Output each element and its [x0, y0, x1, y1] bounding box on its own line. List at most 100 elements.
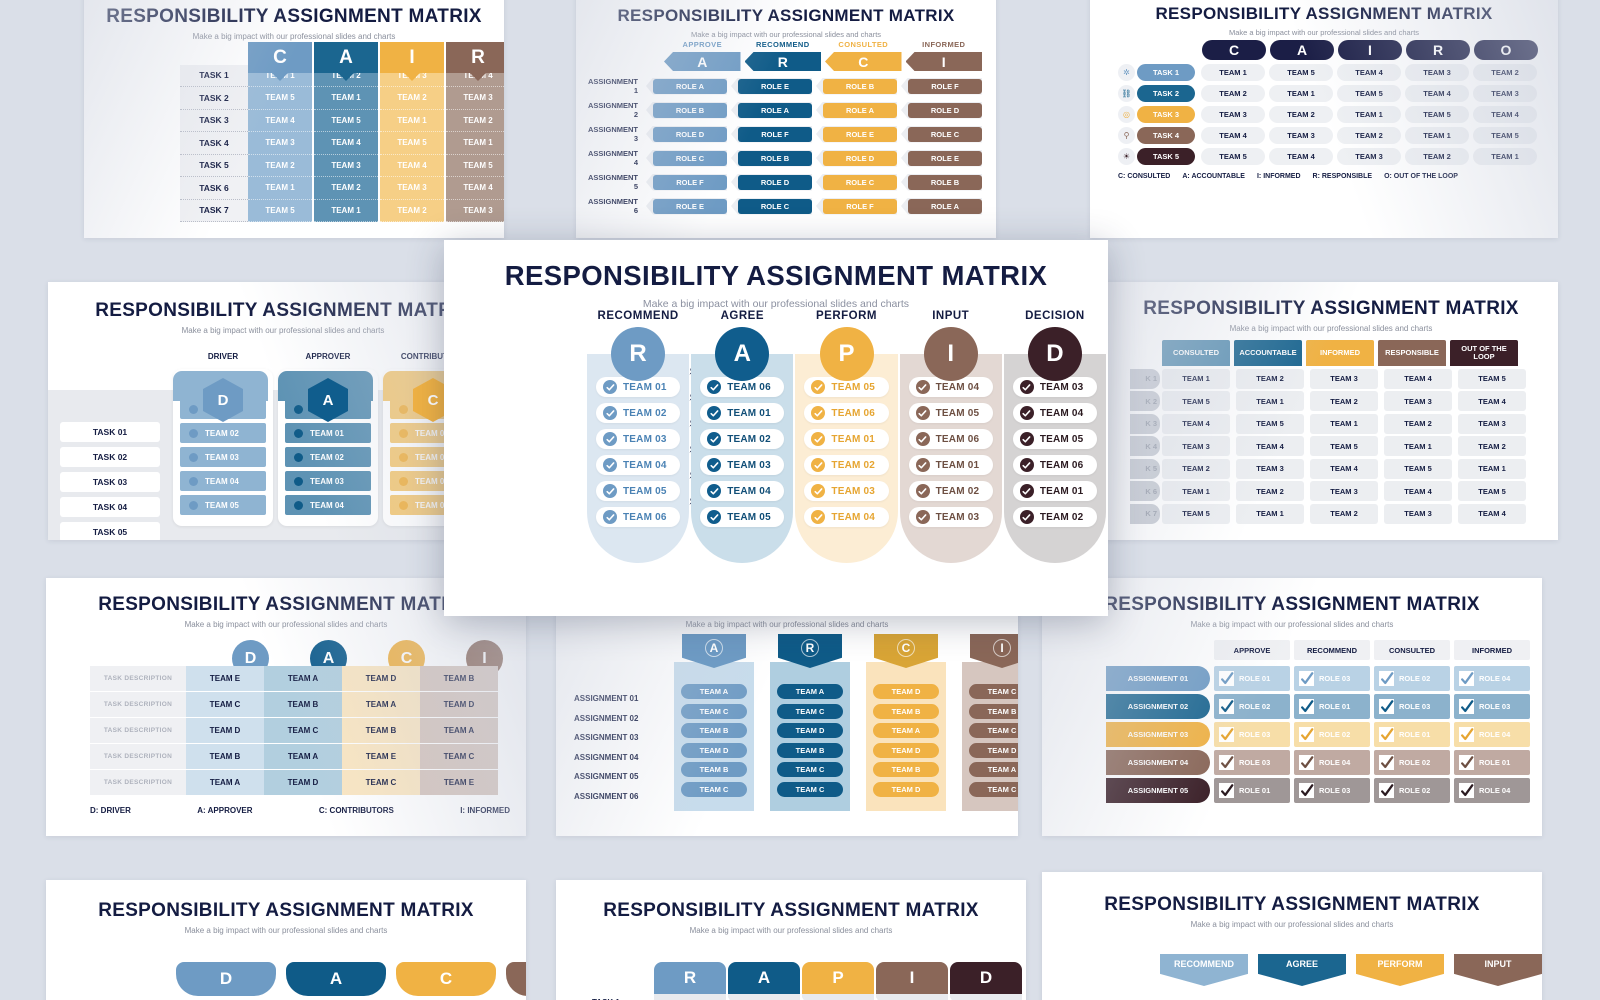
checkbox-icon[interactable]: [1299, 727, 1314, 742]
rapid-cell[interactable]: TEAM 06: [596, 507, 681, 527]
matrix-cell[interactable]: ROLE 04: [1454, 722, 1530, 747]
checkbox-icon[interactable]: [1379, 671, 1394, 686]
rapid-column-i[interactable]: ITEAM 4: [876, 962, 955, 1000]
checkbox-icon[interactable]: [1299, 783, 1314, 798]
checkbox-icon[interactable]: [1459, 727, 1474, 742]
slide-thumbnail-daci-circles[interactable]: RESPONSIBILITY ASSIGNMENT MATRIX Make a …: [46, 578, 526, 836]
rapid-cell[interactable]: TEAM 04: [804, 507, 889, 527]
matrix-cell[interactable]: ROLE 02: [1214, 694, 1290, 719]
matrix-cell[interactable]: ROLE 02: [1294, 722, 1370, 747]
rapid-cell[interactable]: TEAM 02: [804, 455, 889, 475]
daci-column-d[interactable]: DTEAM 1: [176, 962, 276, 1000]
rapid-cell[interactable]: TEAM 05: [700, 507, 785, 527]
rapid-cell[interactable]: TEAM 03: [908, 507, 993, 527]
rapid-column-a[interactable]: A TEAM 06 TEAM 01 TEAM 02 TEAM 03 TEAM 04 TEAM…: [691, 327, 794, 563]
matrix-cell[interactable]: ROLE 04: [1294, 750, 1370, 775]
checkbox-icon[interactable]: [1299, 755, 1314, 770]
rapid-cell[interactable]: TEAM 03: [700, 455, 785, 475]
matrix-cell[interactable]: ROLE 04: [1454, 666, 1530, 691]
checkbox-icon[interactable]: [1219, 699, 1234, 714]
checkbox-icon[interactable]: [1459, 783, 1474, 798]
checkbox-icon[interactable]: [1379, 755, 1394, 770]
matrix-cell[interactable]: ROLE 03: [1214, 750, 1290, 775]
rapid-cell[interactable]: TEAM 01: [804, 429, 889, 449]
rapid-cell[interactable]: TEAM 06: [1012, 455, 1098, 475]
checkbox-icon[interactable]: [1299, 699, 1314, 714]
checkbox-icon[interactable]: [1459, 699, 1474, 714]
daci-column-a[interactable]: ATEAM 7: [286, 962, 386, 1000]
matrix-cell[interactable]: ROLE 02: [1374, 778, 1450, 803]
rapid-cell[interactable]: TEAM 03: [804, 481, 889, 501]
slide-thumbnail-rapid-arrows[interactable]: RESPONSIBILITY ASSIGNMENT MATRIX Make a …: [1042, 872, 1542, 1000]
matrix-cell[interactable]: ROLE 01: [1214, 666, 1290, 691]
matrix-cell[interactable]: ROLE 03: [1214, 722, 1290, 747]
slide-thumbnail-arci-chevrons[interactable]: RESPONSIBILITY ASSIGNMENT MATRIX Make a …: [576, 0, 996, 238]
rapid-cell[interactable]: TEAM 02: [700, 429, 785, 449]
daci-column-i[interactable]: ITEAM 5: [506, 962, 526, 1000]
slide-thumbnail-arci-banners[interactable]: RESPONSIBILITY ASSIGNMENT MATRIX Make a …: [556, 578, 1018, 836]
checkbox-icon[interactable]: [1379, 783, 1394, 798]
matrix-cell[interactable]: ROLE 01: [1454, 750, 1530, 775]
matrix-cell[interactable]: ROLE 01: [1294, 694, 1370, 719]
checkbox-icon[interactable]: [1459, 755, 1474, 770]
checkbox-icon[interactable]: [1459, 671, 1474, 686]
matrix-cell[interactable]: ROLE 01: [1374, 722, 1450, 747]
matrix-cell[interactable]: ROLE 04: [1454, 778, 1530, 803]
rapid-cell[interactable]: TEAM 02: [1012, 507, 1098, 527]
matrix-cell[interactable]: ROLE 02: [1374, 666, 1450, 691]
arci-column-a[interactable]: ATEAM ATEAM CTEAM BTEAM DTEAM BTEAM CAPP…: [674, 634, 754, 811]
rapid-cell[interactable]: TEAM 01: [700, 403, 785, 423]
checkbox-icon[interactable]: [1299, 671, 1314, 686]
slide-thumbnail-daci-strip[interactable]: RESPONSIBILITY ASSIGNMENT MATRIX Make a …: [46, 880, 526, 1000]
arci-column-i[interactable]: ITEAM CTEAM BTEAM CTEAM DTEAM ATEAM CINF…: [962, 634, 1018, 811]
rapid-cell[interactable]: TEAM 05: [908, 403, 993, 423]
rapid-column-p[interactable]: PTEAM 3: [802, 962, 881, 1000]
rapid-cell[interactable]: TEAM 03: [596, 429, 681, 449]
slide-thumbnail-cairo-pills[interactable]: RESPONSIBILITY ASSIGNMENT MATRIX Make a …: [1090, 0, 1558, 238]
rapid-column-2[interactable]: PERFORMTEAM F: [1356, 954, 1444, 1000]
rapid-column-a[interactable]: ATEAM 2: [728, 962, 807, 1000]
rapid-cell[interactable]: TEAM 01: [908, 455, 993, 475]
rapid-cell[interactable]: TEAM 06: [804, 403, 889, 423]
rapid-cell[interactable]: TEAM 01: [1012, 481, 1098, 501]
rapid-cell[interactable]: TEAM 04: [700, 481, 785, 501]
slide-thumbnail-checkbox-matrix[interactable]: RESPONSIBILITY ASSIGNMENT MATRIX Make a …: [1042, 578, 1542, 836]
matrix-cell[interactable]: ROLE 02: [1374, 750, 1450, 775]
rapid-column-p[interactable]: P TEAM 05 TEAM 06 TEAM 01 TEAM 02 TEAM 03 TEAM…: [795, 327, 898, 563]
rapid-column-1[interactable]: AGREETEAM G: [1258, 954, 1346, 1000]
checkbox-icon[interactable]: [1379, 727, 1394, 742]
matrix-cell[interactable]: ROLE 01: [1214, 778, 1290, 803]
arci-column-r[interactable]: RTEAM ATEAM CTEAM DTEAM BTEAM CTEAM CREC…: [770, 634, 850, 811]
rapid-cell[interactable]: TEAM 05: [1012, 429, 1098, 449]
daci-column-a[interactable]: APPROVERATEAM 05TEAM 01TEAM 02TEAM 03TEA…: [278, 352, 378, 526]
matrix-cell[interactable]: ROLE 03: [1374, 694, 1450, 719]
rapid-column-i[interactable]: I TEAM 04 TEAM 05 TEAM 06 TEAM 01 TEAM 02 TEAM…: [899, 327, 1002, 563]
main-slide-rapid-matrix[interactable]: RESPONSIBILITY ASSIGNMENT MATRIX Make a …: [444, 240, 1108, 616]
checkbox-icon[interactable]: [1219, 671, 1234, 686]
rapid-column-3[interactable]: INPUTTEAM E: [1454, 954, 1542, 1000]
rapid-column-d[interactable]: D TEAM 03 TEAM 04 TEAM 05 TEAM 06 TEAM 01 TEAM…: [1003, 327, 1107, 563]
checkbox-icon[interactable]: [1219, 755, 1234, 770]
checkbox-icon[interactable]: [1219, 783, 1234, 798]
slide-thumbnail-cairo-table[interactable]: RESPONSIBILITY ASSIGNMENT MATRIX Make a …: [1104, 282, 1558, 540]
daci-column-d[interactable]: DRIVERDTEAM 01TEAM 02TEAM 03TEAM 04TEAM …: [173, 352, 273, 526]
rapid-cell[interactable]: TEAM 02: [908, 481, 993, 501]
slide-thumbnail-rapid-strip[interactable]: RESPONSIBILITY ASSIGNMENT MATRIX Make a …: [556, 880, 1026, 1000]
checkbox-icon[interactable]: [1379, 699, 1394, 714]
matrix-cell[interactable]: ROLE 03: [1454, 694, 1530, 719]
slide-thumbnail-cairo-grid[interactable]: RESPONSIBILITY ASSIGNMENT MATRIX Make a …: [84, 0, 504, 238]
matrix-cell[interactable]: ROLE 03: [1294, 778, 1370, 803]
daci-column-c[interactable]: CTEAM 6: [396, 962, 496, 1000]
rapid-cell[interactable]: TEAM 02: [596, 403, 681, 423]
rapid-column-r[interactable]: RTEAM 1: [654, 962, 733, 1000]
rapid-column-d[interactable]: DTEAM 5: [950, 962, 1026, 1000]
rapid-cell[interactable]: TEAM 06: [908, 429, 993, 449]
arci-column-c[interactable]: CTEAM DTEAM BTEAM ATEAM DTEAM BTEAM DCON…: [866, 634, 946, 811]
rapid-cell[interactable]: TEAM 04: [596, 455, 681, 475]
rapid-column-r[interactable]: R TEAM 01 TEAM 02 TEAM 03 TEAM 04 TEAM 05 TEAM…: [587, 327, 690, 563]
checkbox-icon[interactable]: [1219, 727, 1234, 742]
rapid-cell[interactable]: TEAM 05: [596, 481, 681, 501]
rapid-cell[interactable]: TEAM 04: [1012, 403, 1098, 423]
matrix-cell[interactable]: ROLE 03: [1294, 666, 1370, 691]
rapid-column-0[interactable]: RECOMMENDTEAM A: [1160, 954, 1248, 1000]
